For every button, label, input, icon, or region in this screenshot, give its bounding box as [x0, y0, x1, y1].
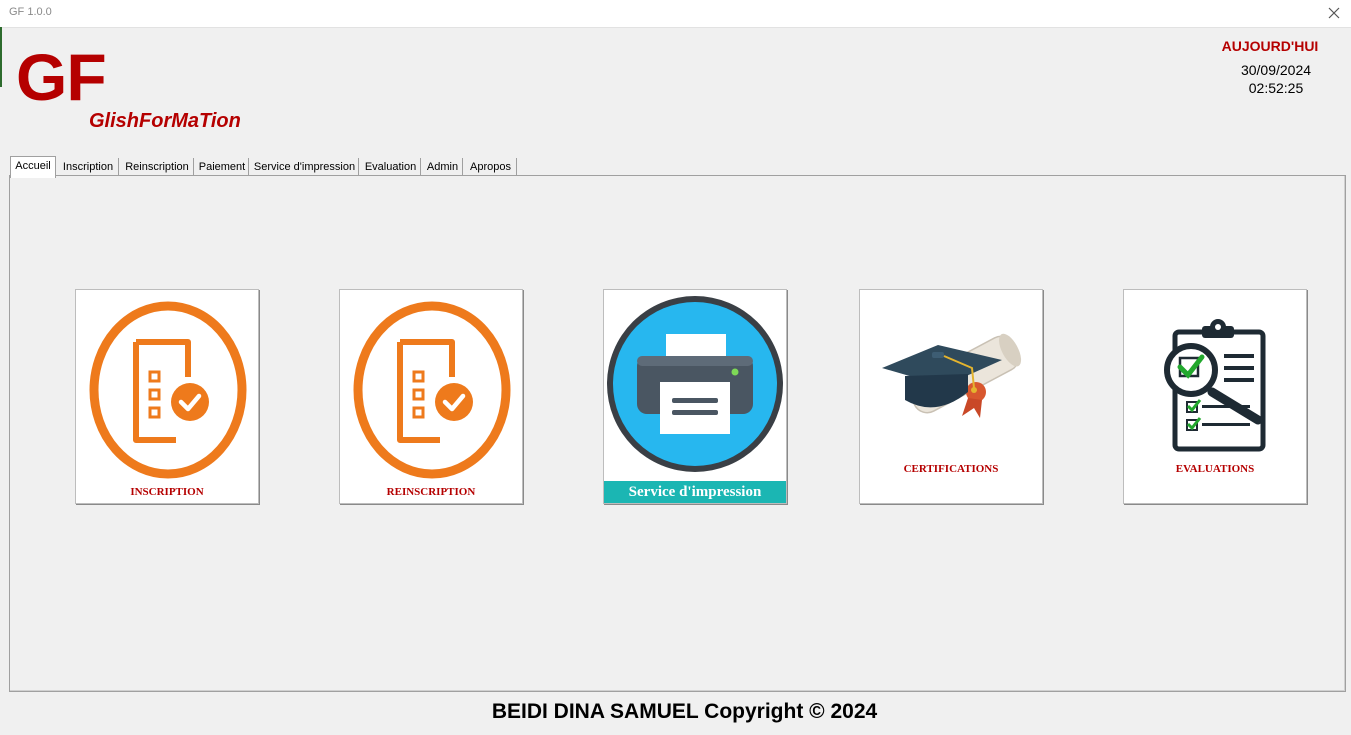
- tab-admin[interactable]: Admin: [423, 158, 463, 176]
- certifications-tile[interactable]: CERTIFICATIONS: [859, 289, 1043, 504]
- tab-reinscription[interactable]: Reinscription: [121, 158, 194, 176]
- logo-text: GF: [16, 40, 107, 114]
- title-bar: GF 1.0.0: [0, 0, 1351, 28]
- reinscription-tile[interactable]: REINSCRIPTION: [339, 289, 523, 504]
- registration-form-icon: [89, 301, 247, 479]
- tab-evaluation[interactable]: Evaluation: [361, 158, 421, 176]
- evaluations-tile[interactable]: EVALUATIONS: [1123, 289, 1307, 504]
- today-label: AUJOURD'HUI: [1221, 38, 1319, 54]
- tab-inscription[interactable]: Inscription: [58, 158, 119, 176]
- tab-apropos[interactable]: Apropos: [465, 158, 517, 176]
- tab-accueil[interactable]: Accueil: [10, 156, 56, 178]
- window-edge: [0, 27, 2, 87]
- inscription-label: INSCRIPTION: [130, 486, 204, 498]
- evaluations-label: EVALUATIONS: [1175, 463, 1255, 475]
- copyright-footer: BEIDI DINA SAMUEL Copyright © 2024: [491, 700, 878, 723]
- certifications-label: CERTIFICATIONS: [903, 463, 999, 475]
- current-date: 30/09/2024: [1240, 62, 1312, 78]
- printer-icon: [607, 296, 783, 472]
- registration-form-icon: [353, 301, 511, 479]
- impression-tile[interactable]: Service d'impression: [603, 289, 787, 504]
- tab-service-impression[interactable]: Service d'impression: [251, 158, 359, 176]
- logo-subtitle: GlishForMaTion: [89, 110, 241, 132]
- inscription-tile[interactable]: INSCRIPTION: [75, 289, 259, 504]
- reinscription-label: REINSCRIPTION: [386, 486, 476, 498]
- close-icon[interactable]: [1325, 4, 1343, 22]
- impression-label: Service d'impression: [604, 481, 786, 503]
- window-title: GF 1.0.0: [9, 6, 52, 18]
- current-time: 02:52:25: [1248, 80, 1304, 96]
- tab-paiement[interactable]: Paiement: [196, 158, 249, 176]
